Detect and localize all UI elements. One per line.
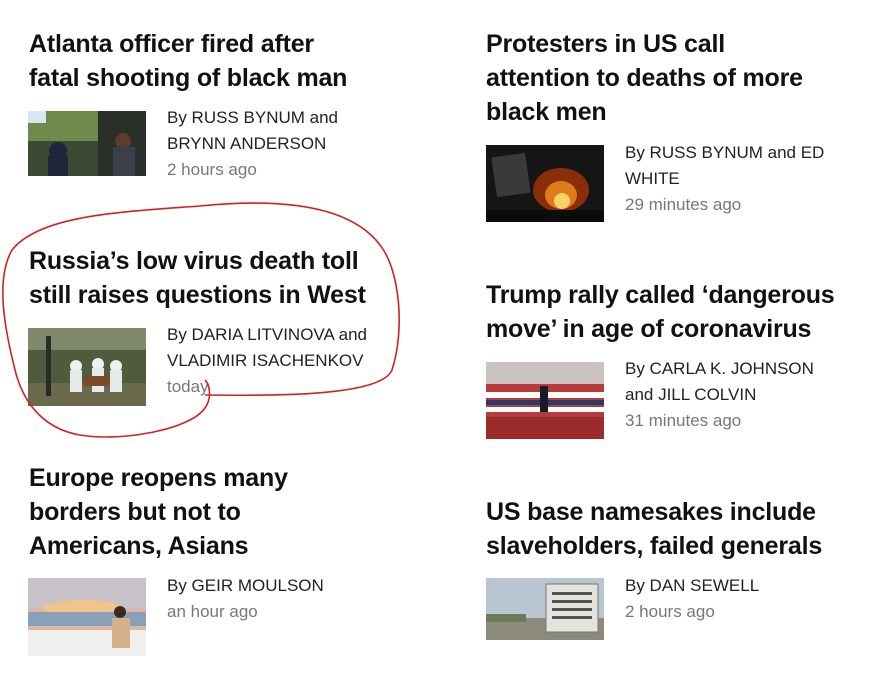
byline: By RUSS BYNUM and xyxy=(167,108,338,127)
timestamp: 2 hours ago xyxy=(625,602,715,621)
thumbnail-image[interactable] xyxy=(28,328,146,406)
byline: and JILL COLVIN xyxy=(625,385,757,404)
byline: By CARLA K. JOHNSON xyxy=(625,359,814,378)
story-meta: By CARLA K. JOHNSON and JILL COLVIN 31 m… xyxy=(625,356,814,434)
headline-link[interactable]: US base namesakes include slaveholders, … xyxy=(486,495,836,563)
story-trump-rally: Trump rally called ‘dangerous move’ in a… xyxy=(486,278,866,346)
story-meta: By GEIR MOULSON an hour ago xyxy=(167,573,324,625)
story-russia-virus: Russia’s low virus death toll still rais… xyxy=(29,244,429,312)
byline: BRYNN ANDERSON xyxy=(167,134,327,153)
headline-link[interactable]: Protesters in US call attention to death… xyxy=(486,27,826,129)
thumbnail-image[interactable] xyxy=(28,111,146,176)
timestamp: 2 hours ago xyxy=(167,160,257,179)
story-us-base-namesakes: US base namesakes include slaveholders, … xyxy=(486,495,866,563)
story-meta: By DARIA LITVINOVA and VLADIMIR ISACHENK… xyxy=(167,322,367,400)
story-meta: By DAN SEWELL 2 hours ago xyxy=(625,573,759,625)
thumbnail-image[interactable] xyxy=(486,362,604,439)
timestamp: 29 minutes ago xyxy=(625,195,742,214)
thumbnail-image[interactable] xyxy=(486,578,604,640)
story-atlanta-officer: Atlanta officer fired after fatal shooti… xyxy=(29,27,429,95)
headline-link[interactable]: Atlanta officer fired after fatal shooti… xyxy=(29,27,369,95)
byline: WHITE xyxy=(625,169,680,188)
headline-link[interactable]: Trump rally called ‘dangerous move’ in a… xyxy=(486,278,846,346)
timestamp: today xyxy=(167,377,209,396)
byline: By DARIA LITVINOVA and xyxy=(167,325,367,344)
byline: By DAN SEWELL xyxy=(625,576,760,595)
byline: VLADIMIR ISACHENKOV xyxy=(167,351,364,370)
story-meta: By RUSS BYNUM and ED WHITE 29 minutes ag… xyxy=(625,140,824,218)
timestamp: an hour ago xyxy=(167,602,258,621)
byline: By GEIR MOULSON xyxy=(167,576,324,595)
thumbnail-image[interactable] xyxy=(486,145,604,222)
timestamp: 31 minutes ago xyxy=(625,411,742,430)
headline-link[interactable]: Russia’s low virus death toll still rais… xyxy=(29,244,379,312)
byline: By RUSS BYNUM and ED xyxy=(625,143,825,162)
story-protesters: Protesters in US call attention to death… xyxy=(486,27,846,129)
story-meta: By RUSS BYNUM and BRYNN ANDERSON 2 hours… xyxy=(167,105,338,183)
thumbnail-image[interactable] xyxy=(28,578,146,656)
headline-link[interactable]: Europe reopens many borders but not to A… xyxy=(29,461,319,563)
story-europe-borders: Europe reopens many borders but not to A… xyxy=(29,461,429,563)
